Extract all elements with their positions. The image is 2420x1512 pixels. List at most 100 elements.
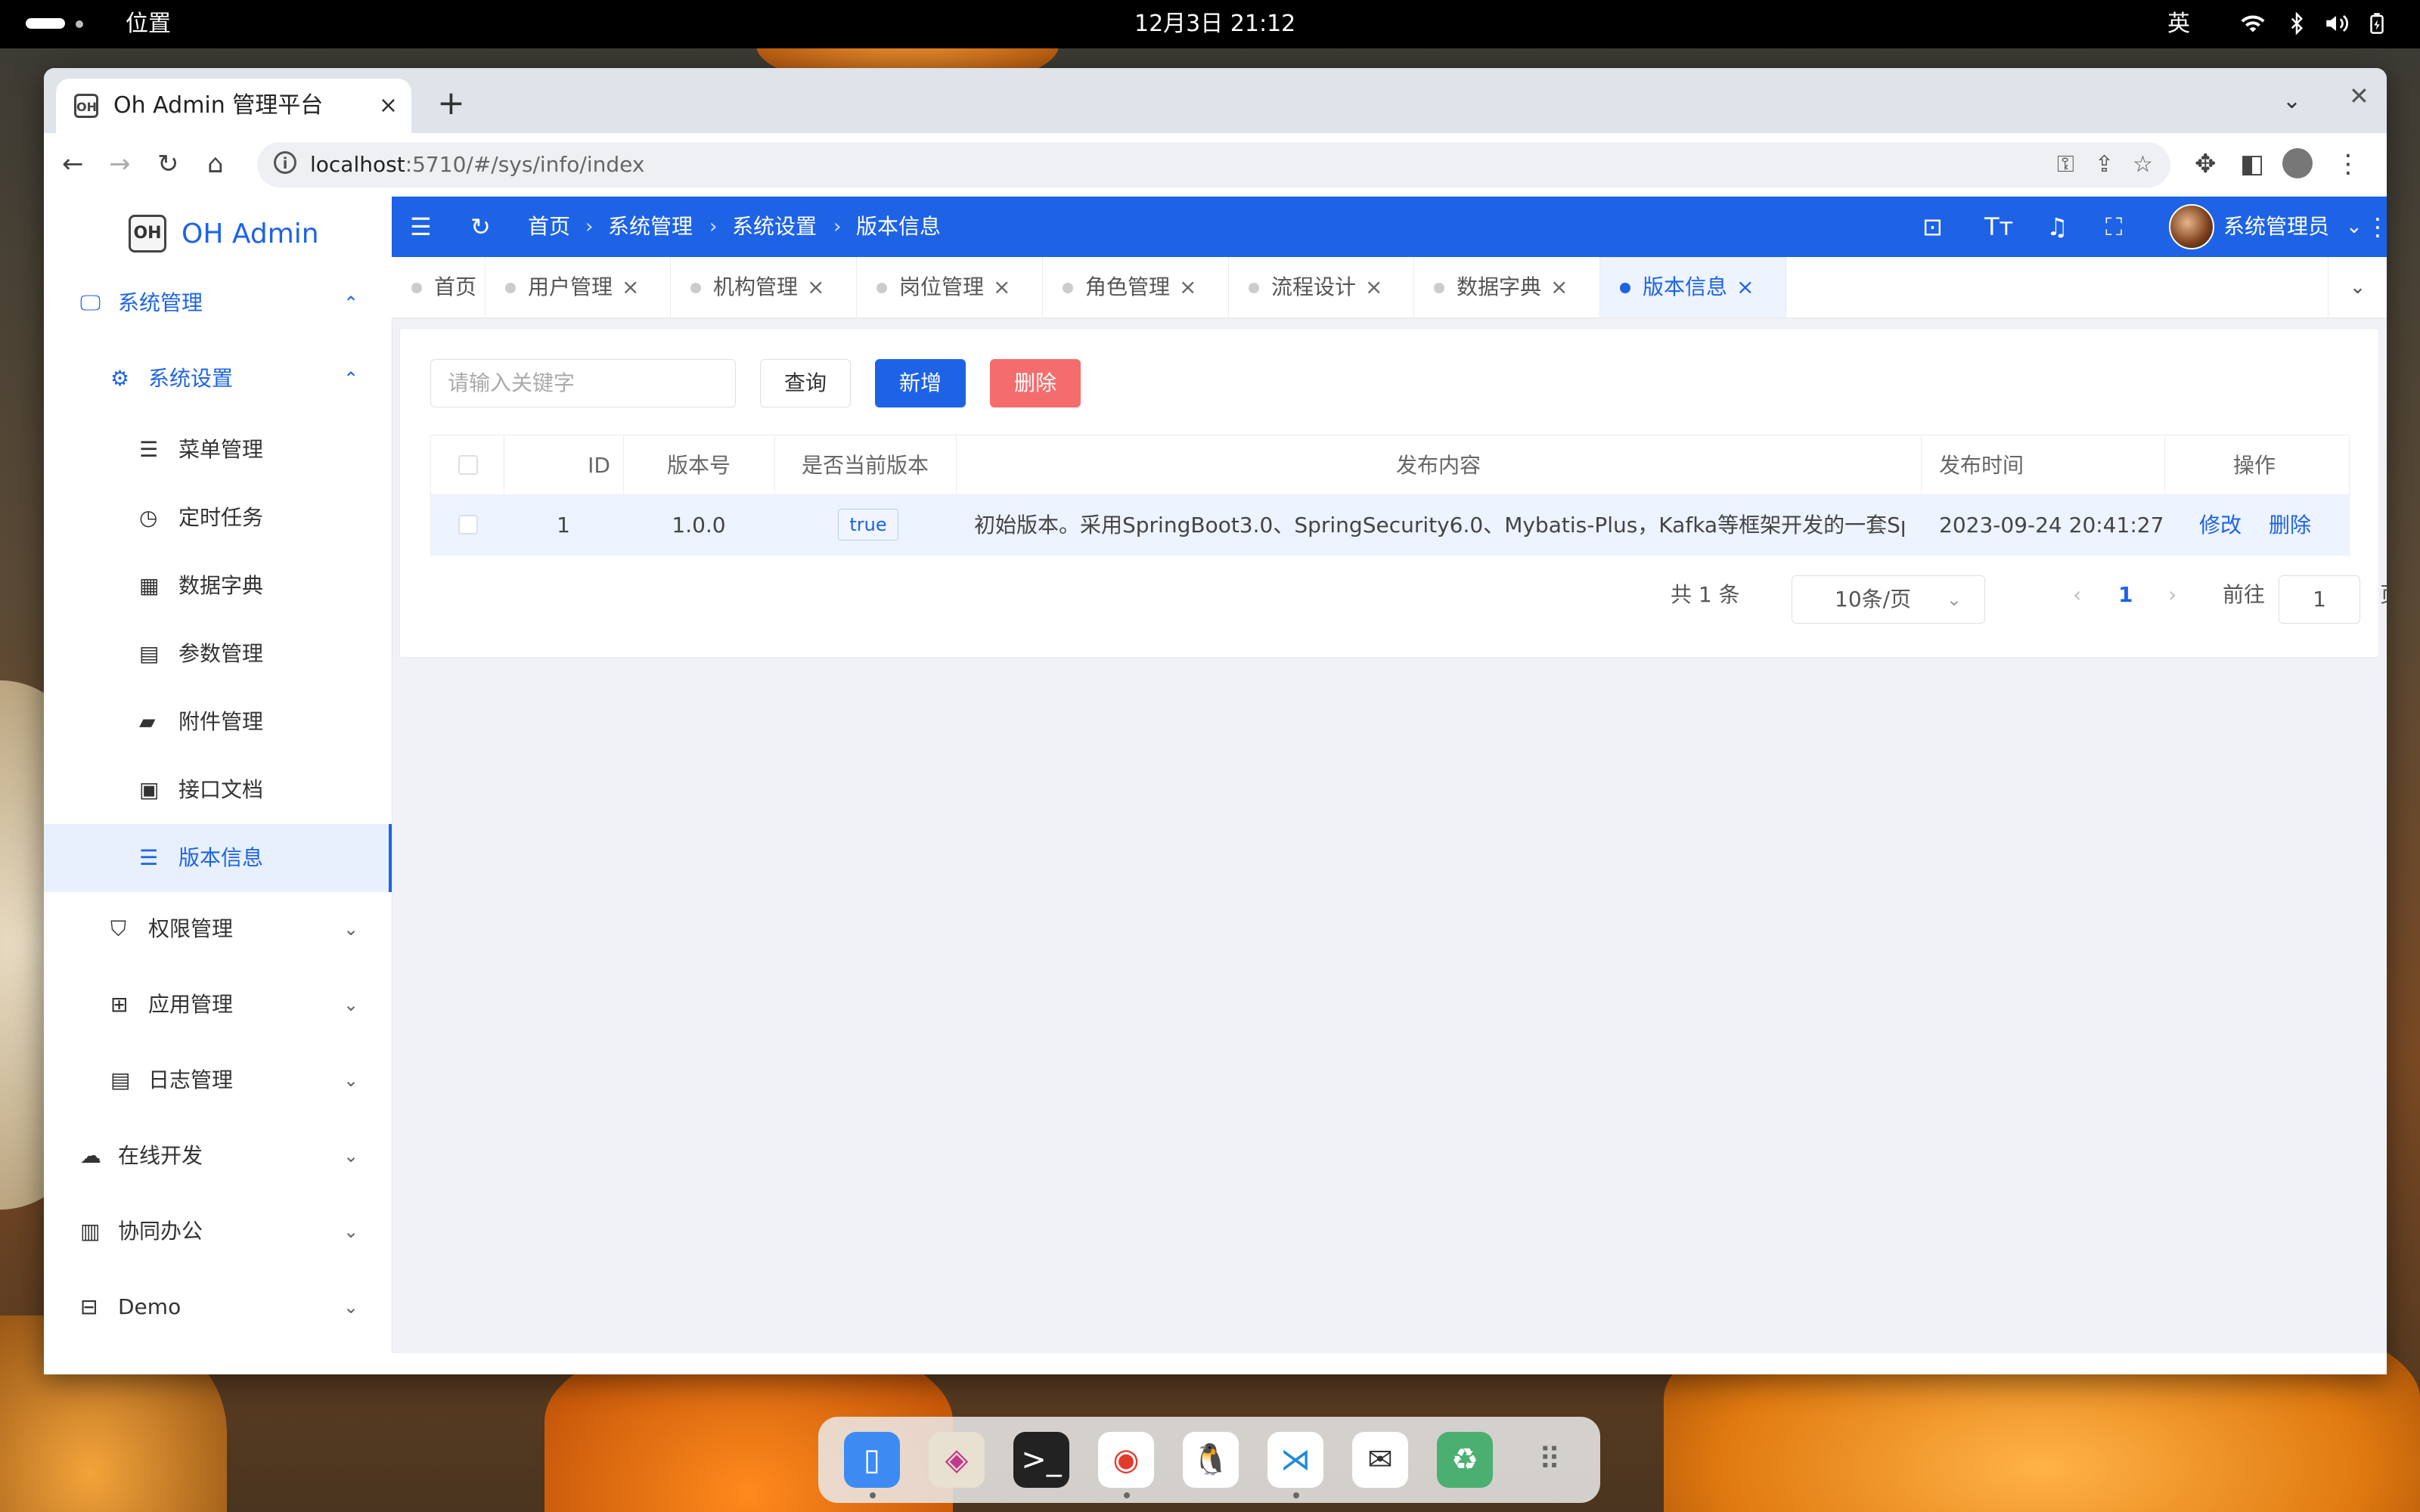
bell-icon[interactable]: ♫ <box>2046 210 2068 243</box>
share-icon[interactable]: ⇪ <box>2095 148 2114 181</box>
bookmark-star-icon[interactable]: ☆ <box>2133 148 2153 181</box>
collapse-menu-icon[interactable]: ☰ <box>410 210 432 243</box>
extensions-icon[interactable]: ✥ <box>2195 147 2217 181</box>
tag-home[interactable]: 首页 <box>392 257 486 318</box>
edit-link[interactable]: 修改 <box>2199 510 2242 541</box>
more-vertical-icon[interactable]: ⋮ <box>2366 210 2387 243</box>
select-all-checkbox[interactable] <box>458 455 478 475</box>
page-number-current[interactable]: 1 <box>2118 578 2133 612</box>
site-info-icon[interactable]: i <box>274 151 296 174</box>
next-page-icon[interactable]: › <box>2168 578 2176 612</box>
volume-icon[interactable] <box>2323 11 2349 43</box>
sidebar-item-permissions[interactable]: ⛉ 权限管理 ⌄ <box>44 895 392 963</box>
file-manager-icon[interactable]: ▯ <box>844 1432 900 1488</box>
input-method-indicator[interactable]: 英 <box>2167 9 2190 39</box>
activities-indicator[interactable] <box>26 18 65 29</box>
back-icon[interactable]: ← <box>62 147 84 181</box>
column-header-current: 是否当前版本 <box>801 453 929 478</box>
close-icon[interactable]: × <box>1365 271 1382 304</box>
app-grid-icon[interactable]: ⠿ <box>1522 1432 1578 1488</box>
user-name[interactable]: 系统管理员 <box>2223 210 2329 243</box>
add-button[interactable]: 新增 <box>875 359 966 407</box>
query-button[interactable]: 查询 <box>760 359 851 407</box>
reload-icon[interactable]: ↻ <box>157 147 179 181</box>
tag-post-manage[interactable]: 岗位管理 × <box>857 257 1043 318</box>
qq-icon[interactable]: 🐧 <box>1183 1432 1239 1488</box>
sidebar-item-sys-settings[interactable]: ⚙ 系统设置 ⌃ <box>44 345 392 413</box>
sidebar-item-app-manage[interactable]: ⊞ 应用管理 ⌄ <box>44 971 392 1039</box>
workspace-indicator[interactable] <box>76 20 83 28</box>
sidebar-item-log-manage[interactable]: ▤ 日志管理 ⌄ <box>44 1046 392 1114</box>
side-panel-icon[interactable]: ◧ <box>2240 147 2264 181</box>
profile-icon[interactable] <box>2282 148 2313 178</box>
close-icon[interactable]: × <box>807 271 824 304</box>
tab-search-chevron-icon[interactable]: ⌄ <box>2282 88 2301 114</box>
home-icon[interactable]: ⌂ <box>207 147 224 181</box>
wifi-icon[interactable] <box>2240 11 2266 43</box>
forward-icon[interactable]: → <box>109 147 131 181</box>
sidebar-item-params[interactable]: ▤ 参数管理 <box>44 620 392 688</box>
row-checkbox[interactable] <box>458 515 478 534</box>
location-label[interactable]: 位置 <box>126 9 171 39</box>
image-upload-icon[interactable]: ⊡ <box>1922 210 1943 243</box>
fullscreen-icon[interactable]: ⛶ <box>2105 210 2122 243</box>
tag-version-info[interactable]: 版本信息 × <box>1600 257 1786 318</box>
close-icon[interactable]: × <box>1736 271 1754 304</box>
close-icon[interactable]: × <box>993 271 1010 304</box>
refresh-icon[interactable]: ↻ <box>470 210 491 243</box>
browser-menu-icon[interactable]: ⋮ <box>2335 147 2361 181</box>
chrome-icon[interactable]: ◉ <box>1098 1432 1154 1488</box>
window-close-icon[interactable]: ✕ <box>2349 82 2369 110</box>
close-tab-icon[interactable]: × <box>379 89 398 122</box>
search-input[interactable]: 请输入关键字 <box>430 359 736 407</box>
bluetooth-icon[interactable] <box>2285 11 2308 43</box>
battery-icon[interactable] <box>2366 11 2388 43</box>
avatar[interactable] <box>2169 204 2214 249</box>
app-store-icon[interactable]: ◈ <box>929 1432 985 1488</box>
tag-org-manage[interactable]: 机构管理 × <box>671 257 857 318</box>
browser-tab[interactable]: OH Oh Admin 管理平台 × <box>56 79 411 133</box>
font-size-icon[interactable]: Tт <box>1984 210 2013 243</box>
goto-page-input[interactable]: 1 <box>2279 575 2360 624</box>
tag-user-manage[interactable]: 用户管理 × <box>486 257 671 318</box>
sidebar-item-menu-manage[interactable]: ☰ 菜单管理 <box>44 416 392 484</box>
trash-icon[interactable]: ♻ <box>1437 1432 1493 1488</box>
sidebar-item-online-dev[interactable]: ☁ 在线开发 ⌄ <box>44 1122 392 1190</box>
sidebar-item-sys-manage[interactable]: 🖵 系统管理 ⌃ <box>44 269 392 337</box>
page-size-select[interactable]: 10条/页 ⌄ <box>1792 575 1985 624</box>
tag-role-manage[interactable]: 角色管理 × <box>1043 257 1229 318</box>
sidebar-item-scheduled-tasks[interactable]: ◷ 定时任务 <box>44 484 392 552</box>
address-bar[interactable]: i localhost:5710/#/sys/info/index ⚿ ⇪ ☆ <box>257 142 2170 187</box>
clock[interactable]: 12月3日 21:12 <box>1134 9 1295 39</box>
delete-link[interactable]: 删除 <box>2269 510 2311 541</box>
sidebar-item-api-docs[interactable]: ▣ 接口文档 <box>44 756 392 824</box>
system-top-bar: 位置 12月3日 21:12 英 <box>0 0 2420 48</box>
browser-toolbar: ← → ↻ ⌂ i localhost:5710/#/sys/info/inde… <box>44 133 2387 197</box>
vscode-icon[interactable]: ⋊ <box>1267 1432 1323 1488</box>
terminal-icon[interactable]: >_ <box>1013 1432 1069 1488</box>
sidebar-item-demo[interactable]: ⊟ Demo ⌄ <box>44 1273 392 1341</box>
sidebar-item-data-dict[interactable]: ▦ 数据字典 <box>44 552 392 620</box>
sidebar-item-attachments[interactable]: ▰ 附件管理 <box>44 688 392 756</box>
key-icon[interactable]: ⚿ <box>2057 148 2074 181</box>
breadcrumb-sys-manage[interactable]: 系统管理 <box>608 210 693 243</box>
close-icon[interactable]: × <box>1179 271 1196 304</box>
sidebar-item-label: 参数管理 <box>178 641 264 666</box>
sidebar-item-collab[interactable]: ▥ 协同办公 ⌄ <box>44 1198 392 1266</box>
prev-page-icon[interactable]: ‹ <box>2073 578 2081 612</box>
tag-flow-design[interactable]: 流程设计 × <box>1229 257 1414 318</box>
chevron-down-icon: ⌄ <box>343 1070 359 1091</box>
breadcrumb-home[interactable]: 首页 <box>528 210 570 243</box>
tags-dropdown-chevron-icon[interactable]: ⌄ <box>2328 257 2387 318</box>
mail-icon[interactable]: ✉ <box>1352 1432 1408 1488</box>
close-icon[interactable]: × <box>622 271 639 304</box>
breadcrumb-sys-settings[interactable]: 系统设置 <box>732 210 817 243</box>
tag-data-dict[interactable]: 数据字典 × <box>1414 257 1600 318</box>
table-row[interactable]: 1 1.0.0 true 初始版本。采用SpringBoot3.0、Spring… <box>431 494 2349 556</box>
chevron-down-icon[interactable]: ⌄ <box>2346 210 2363 243</box>
delete-button[interactable]: 删除 <box>990 359 1081 407</box>
close-icon[interactable]: × <box>1550 271 1568 304</box>
new-tab-button[interactable]: + <box>437 85 465 122</box>
sidebar-item-version-info[interactable]: ☰ 版本信息 <box>44 824 392 892</box>
url-text[interactable]: localhost:5710/#/sys/info/index <box>310 148 644 181</box>
